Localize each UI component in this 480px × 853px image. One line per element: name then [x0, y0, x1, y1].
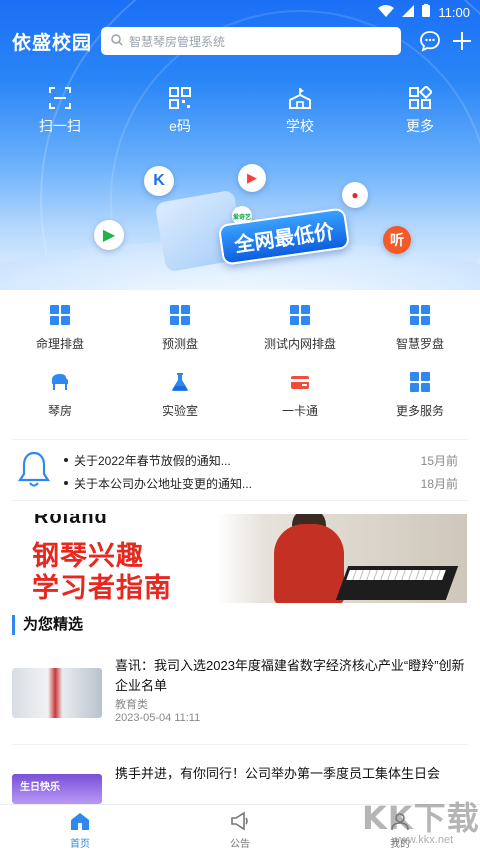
signal-icon [402, 4, 415, 20]
wifi-icon [378, 4, 395, 20]
banner-brand: Roland [34, 514, 108, 528]
banner-person [274, 524, 344, 603]
grid-icon [170, 305, 190, 325]
watermark-url: www.kkx.net [392, 834, 454, 846]
app-badge-k-icon: K [144, 166, 174, 196]
quick-actions: 扫一扫 e码 学校 更多 [0, 86, 480, 136]
service-item[interactable]: 命理排盘 [0, 300, 120, 367]
quick-action-label: 学校 [286, 118, 314, 134]
notice-time: 18月前 [420, 477, 458, 491]
quick-action-ecode[interactable]: e码 [120, 86, 240, 136]
service-item[interactable]: 测试内网排盘 [240, 300, 360, 367]
service-item[interactable]: 智慧罗盘 [360, 300, 480, 367]
hero-banner: 11:00 依盛校园 智慧琴房管理系统 扫一扫 e码 学校 更多 K ▶ ▶ 爱… [0, 0, 480, 290]
ad-banner[interactable]: Roland 钢琴兴趣 学习者指南 [12, 514, 467, 603]
article-date: 2023-05-04 11:11 [115, 712, 201, 724]
banner-piano-keys [346, 570, 446, 580]
service-label: 实验室 [161, 404, 198, 418]
qrcode-icon [169, 87, 191, 109]
grid-icon [50, 305, 70, 325]
article-item[interactable]: 喜讯：我司入选2023年度福建省数字经济核心产业“瞪羚”创新企业名单 教育类 2… [12, 656, 468, 736]
app-badge-video-icon: ▶ [94, 220, 124, 250]
add-icon[interactable] [450, 29, 474, 53]
card-icon [291, 376, 309, 389]
home-icon [71, 813, 89, 830]
service-item[interactable]: 预测盘 [120, 300, 240, 367]
bullet-icon [64, 481, 68, 485]
bullet-icon [64, 458, 68, 462]
divider [12, 744, 468, 745]
app-logo: 依盛校园 [12, 33, 93, 54]
scan-icon [49, 87, 71, 109]
quick-action-school[interactable]: 学校 [240, 86, 360, 136]
search-input[interactable]: 智慧琴房管理系统 [101, 27, 401, 55]
article-title: 携手并进，有你同行！公司举办第一季度员工集体生日会 [115, 766, 441, 781]
grid-icon [410, 305, 430, 325]
app-badge-music-icon: ● [342, 182, 368, 208]
search-icon [111, 33, 123, 49]
top-bar: 依盛校园 智慧琴房管理系统 [0, 26, 480, 58]
piano-icon [52, 374, 68, 390]
search-placeholder: 智慧琴房管理系统 [129, 34, 226, 49]
service-label: 命理排盘 [35, 337, 84, 351]
quick-action-label: e码 [169, 118, 191, 134]
app-badge-listen-icon: 听 [383, 226, 411, 254]
quick-action-label: 扫一扫 [39, 118, 81, 134]
service-label: 更多服务 [395, 404, 444, 418]
more-apps-icon [409, 86, 432, 109]
banner-subheadline: 学习者指南 [32, 573, 172, 603]
status-time: 11:00 [438, 4, 470, 20]
notice-panel: 关于2022年春节放假的通知... 15月前 关于本公司办公地址变更的通知...… [12, 439, 468, 501]
nav-label: 公告 [230, 839, 250, 850]
section-title: 为您精选 [12, 615, 83, 635]
thumbnail-text: 生日快乐 [20, 782, 60, 793]
app-badge-play-icon: ▶ [238, 164, 266, 192]
service-label: 测试内网排盘 [263, 337, 336, 351]
quick-action-more[interactable]: 更多 [360, 86, 480, 136]
grid-icon [410, 372, 430, 392]
service-item[interactable]: 琴房 [0, 367, 120, 434]
flask-icon [172, 373, 188, 391]
battery-icon [422, 4, 431, 20]
notice-text: 关于2022年春节放假的通知... [74, 454, 231, 468]
notice-item[interactable]: 关于2022年春节放假的通知... 15月前 [64, 452, 464, 469]
notice-time: 15月前 [420, 454, 458, 468]
service-item[interactable]: 更多服务 [360, 367, 480, 434]
article-category: 教育类 [115, 699, 148, 711]
service-label: 预测盘 [161, 337, 198, 351]
status-bar: 11:00 [0, 0, 480, 24]
watermark-logo: KK下载 [362, 799, 480, 837]
service-item[interactable]: 实验室 [120, 367, 240, 434]
bell-icon [18, 451, 50, 487]
article-thumbnail: 生日快乐 [12, 774, 102, 804]
article-thumbnail [12, 668, 102, 718]
quick-action-label: 更多 [406, 118, 434, 134]
quick-action-scan[interactable]: 扫一扫 [0, 86, 120, 136]
grid-icon [290, 305, 310, 325]
nav-home[interactable]: 首页 [0, 805, 160, 853]
service-label: 一卡通 [281, 404, 318, 418]
service-grid: 命理排盘 预测盘 测试内网排盘 智慧罗盘 琴房 实验室 一卡通 更多服务 [0, 300, 480, 434]
notice-item[interactable]: 关于本公司办公地址变更的通知... 18月前 [64, 475, 464, 492]
notice-text: 关于本公司办公地址变更的通知... [74, 477, 253, 491]
message-icon[interactable] [418, 29, 442, 53]
school-icon [289, 88, 311, 109]
service-label: 琴房 [47, 404, 72, 418]
megaphone-icon [231, 811, 248, 831]
nav-announcement[interactable]: 公告 [160, 805, 320, 853]
service-item[interactable]: 一卡通 [240, 367, 360, 434]
article-title: 喜讯：我司入选2023年度福建省数字经济核心产业“瞪羚”创新企业名单 [115, 658, 465, 693]
service-label: 智慧罗盘 [395, 337, 444, 351]
nav-label: 首页 [70, 839, 90, 850]
